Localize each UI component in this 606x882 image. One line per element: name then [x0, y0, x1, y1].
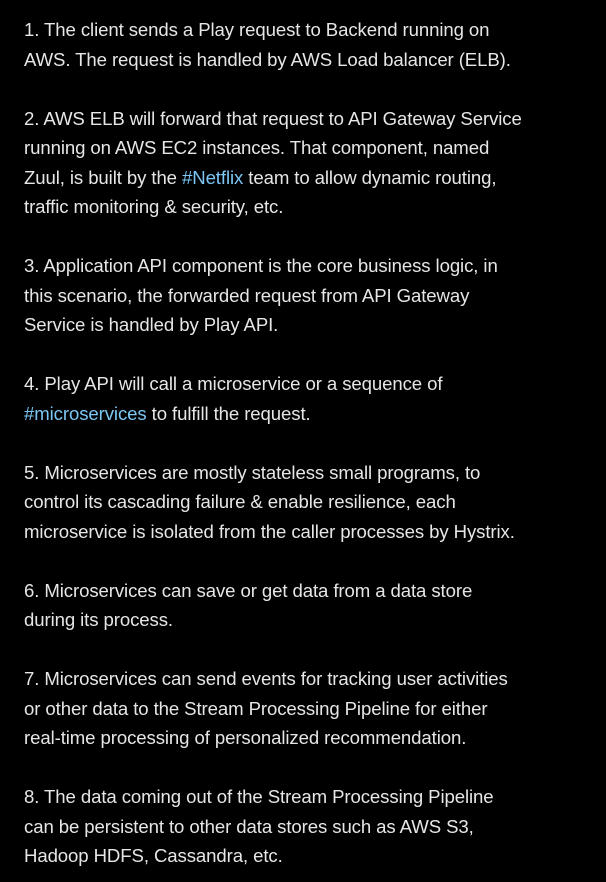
text-segment: Hadoop HDFS, Cassandra, etc.: [24, 845, 283, 866]
paragraph-7: 7. Microservices can send events for tra…: [24, 664, 594, 753]
text-line: 7. Microservices can send events for tra…: [24, 664, 594, 694]
text-line: 1. The client sends a Play request to Ba…: [24, 15, 594, 45]
text-segment: 5. Microservices are mostly stateless sm…: [24, 461, 481, 483]
text-segment: 1. The client sends a Play request to Ba…: [24, 19, 490, 40]
text-line: Service is handled by Play API.: [24, 310, 594, 340]
text-segment: 2. AWS ELB will forward that request to …: [24, 107, 522, 129]
text-line: running on AWS EC2 instances. That compo…: [24, 133, 594, 163]
paragraph-2: 2. AWS ELB will forward that request to …: [24, 104, 594, 222]
text-line: real-time processing of personalized rec…: [24, 723, 594, 753]
text-line: AWS. The request is handled by AWS Load …: [24, 45, 594, 75]
text-line: 6. Microservices can save or get data fr…: [24, 576, 594, 606]
text-line: Zuul, is built by the #Netflix team to a…: [24, 163, 594, 193]
text-line: or other data to the Stream Processing P…: [24, 694, 594, 724]
hashtag-netflix-link[interactable]: #Netflix: [182, 167, 243, 188]
text-segment: 3. Application API component is the core…: [24, 255, 498, 276]
text-line: during its process.: [24, 605, 594, 635]
text-segment: 4. Play API will call a microservice or …: [24, 373, 443, 394]
text-line: 4. Play API will call a microservice or …: [24, 369, 594, 399]
text-line: microservice is isolated from the caller…: [24, 517, 594, 547]
text-segment: Zuul, is built by the: [24, 166, 182, 188]
text-segment: 7. Microservices can send events for tra…: [24, 668, 508, 689]
text-line: 8. The data coming out of the Stream Pro…: [24, 782, 594, 812]
paragraph-5: 5. Microservices are mostly stateless sm…: [24, 458, 594, 547]
text-segment: or other data to the Stream Processing P…: [24, 697, 488, 719]
text-segment: microservice is isolated from the caller…: [24, 520, 515, 542]
text-segment: 6. Microservices can save or get data fr…: [24, 579, 473, 601]
text-segment: this scenario, the forwarded request fro…: [24, 284, 470, 306]
text-line: 5. Microservices are mostly stateless sm…: [24, 458, 594, 488]
text-line: control its cascading failure & enable r…: [24, 487, 594, 517]
text-segment: team to allow dynamic routing,: [243, 166, 497, 188]
text-segment: can be persistent to other data stores s…: [24, 815, 474, 837]
text-segment: running on AWS EC2 instances. That compo…: [24, 137, 490, 158]
paragraph-8: 8. The data coming out of the Stream Pro…: [24, 782, 594, 871]
text-line: #microservices to fulfill the request.: [24, 399, 594, 429]
text-segment: during its process.: [24, 609, 173, 630]
paragraph-3: 3. Application API component is the core…: [24, 251, 594, 340]
text-segment: real-time processing of personalized rec…: [24, 727, 467, 748]
text-line: Hadoop HDFS, Cassandra, etc.: [24, 841, 594, 871]
hashtag-microservices-link[interactable]: #microservices: [24, 403, 147, 424]
text-segment: control its cascading failure & enable r…: [24, 491, 456, 512]
text-line: traffic monitoring & security, etc.: [24, 192, 594, 222]
text-line: this scenario, the forwarded request fro…: [24, 281, 594, 311]
paragraph-1: 1. The client sends a Play request to Ba…: [24, 15, 594, 74]
text-segment: Service is handled by Play API.: [24, 314, 279, 335]
text-segment: 8. The data coming out of the Stream Pro…: [24, 786, 494, 807]
text-line: 2. AWS ELB will forward that request to …: [24, 104, 594, 134]
paragraph-4: 4. Play API will call a microservice or …: [24, 369, 594, 428]
post-body: 1. The client sends a Play request to Ba…: [24, 15, 594, 871]
text-line: can be persistent to other data stores s…: [24, 812, 594, 842]
text-line: 3. Application API component is the core…: [24, 251, 594, 281]
text-segment: to fulfill the request.: [146, 402, 311, 424]
paragraph-6: 6. Microservices can save or get data fr…: [24, 576, 594, 635]
text-segment: AWS. The request is handled by AWS Load …: [24, 48, 511, 70]
text-segment: traffic monitoring & security, etc.: [24, 196, 284, 217]
